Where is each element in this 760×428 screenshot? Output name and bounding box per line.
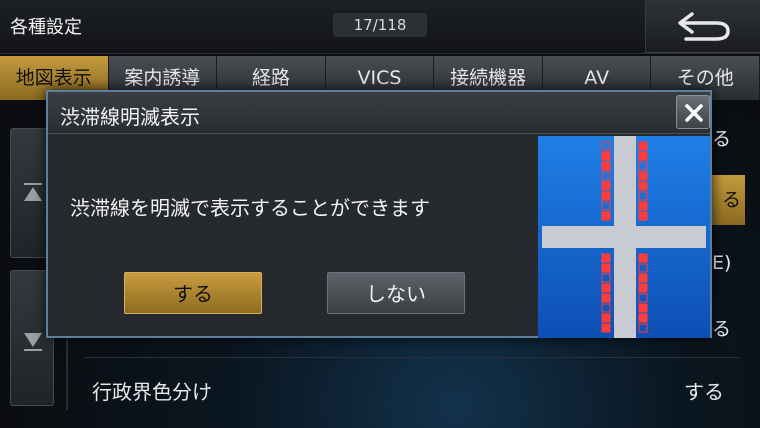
congestion-marker — [601, 293, 611, 303]
congestion-marker — [638, 211, 648, 221]
congestion-marker — [638, 181, 648, 191]
congestion-marker — [638, 191, 648, 201]
setting-value-1[interactable]: る — [712, 124, 731, 151]
congestion-marker — [638, 303, 648, 313]
settings-screen: 各種設定 17/118 地図表示 案内誘導 経路 VICS 接続機器 AV その… — [0, 0, 760, 428]
dialog-message: 渋滞線を明滅で表示することができます — [70, 196, 430, 220]
congestion-marker — [638, 313, 648, 323]
page-indicator: 17/118 — [333, 13, 427, 37]
congestion-marker — [601, 201, 611, 211]
close-icon — [685, 104, 703, 122]
congestion-marker — [601, 171, 611, 181]
road-horizontal — [542, 226, 706, 248]
scroll-down-icon — [24, 333, 42, 347]
setting-value-4[interactable]: る — [712, 314, 731, 341]
page-title: 各種設定 — [10, 17, 82, 38]
back-button[interactable] — [645, 0, 760, 53]
congestion-marker — [601, 283, 611, 293]
congestion-marker — [601, 181, 611, 191]
setting-label-admin-boundary: 行政界色分け — [92, 380, 212, 404]
scroll-up-icon — [24, 187, 42, 201]
congestion-marker — [601, 323, 611, 333]
congestion-marker — [601, 263, 611, 273]
congestion-blink-dialog: 渋滞線明滅表示 渋滞線を明滅で表示することができます する しない — [46, 90, 712, 338]
close-button[interactable] — [676, 95, 710, 129]
dialog-header: 渋滞線明滅表示 — [48, 92, 710, 134]
congestion-marker — [601, 313, 611, 323]
row-divider — [84, 357, 740, 358]
congestion-marker — [638, 283, 648, 293]
congestion-marker — [601, 151, 611, 161]
congestion-marker — [638, 141, 648, 151]
congestion-marker — [638, 171, 648, 181]
setting-value-3[interactable]: E) — [712, 252, 731, 274]
back-arrow-icon — [678, 12, 730, 41]
congestion-marker — [601, 303, 611, 313]
congestion-preview-image — [538, 136, 710, 338]
header-bar: 各種設定 17/118 — [0, 0, 760, 54]
scroll-up-bar — [24, 183, 42, 185]
dialog-title: 渋滞線明滅表示 — [60, 105, 200, 129]
congestion-marker — [638, 253, 648, 263]
congestion-marker — [638, 323, 648, 333]
congestion-marker — [601, 253, 611, 263]
scroll-down-bar — [24, 349, 42, 351]
congestion-marker — [638, 293, 648, 303]
yes-button[interactable]: する — [124, 272, 262, 314]
congestion-marker — [601, 211, 611, 221]
congestion-marker — [601, 161, 611, 171]
congestion-marker — [601, 191, 611, 201]
congestion-marker — [638, 263, 648, 273]
congestion-marker — [601, 273, 611, 283]
no-button[interactable]: しない — [327, 272, 465, 314]
congestion-marker — [638, 201, 648, 211]
congestion-marker — [601, 141, 611, 151]
congestion-marker — [638, 161, 648, 171]
congestion-marker — [638, 151, 648, 161]
road-map-illustration — [542, 136, 706, 338]
congestion-marker — [638, 273, 648, 283]
setting-value-admin-boundary[interactable]: する — [684, 376, 724, 405]
